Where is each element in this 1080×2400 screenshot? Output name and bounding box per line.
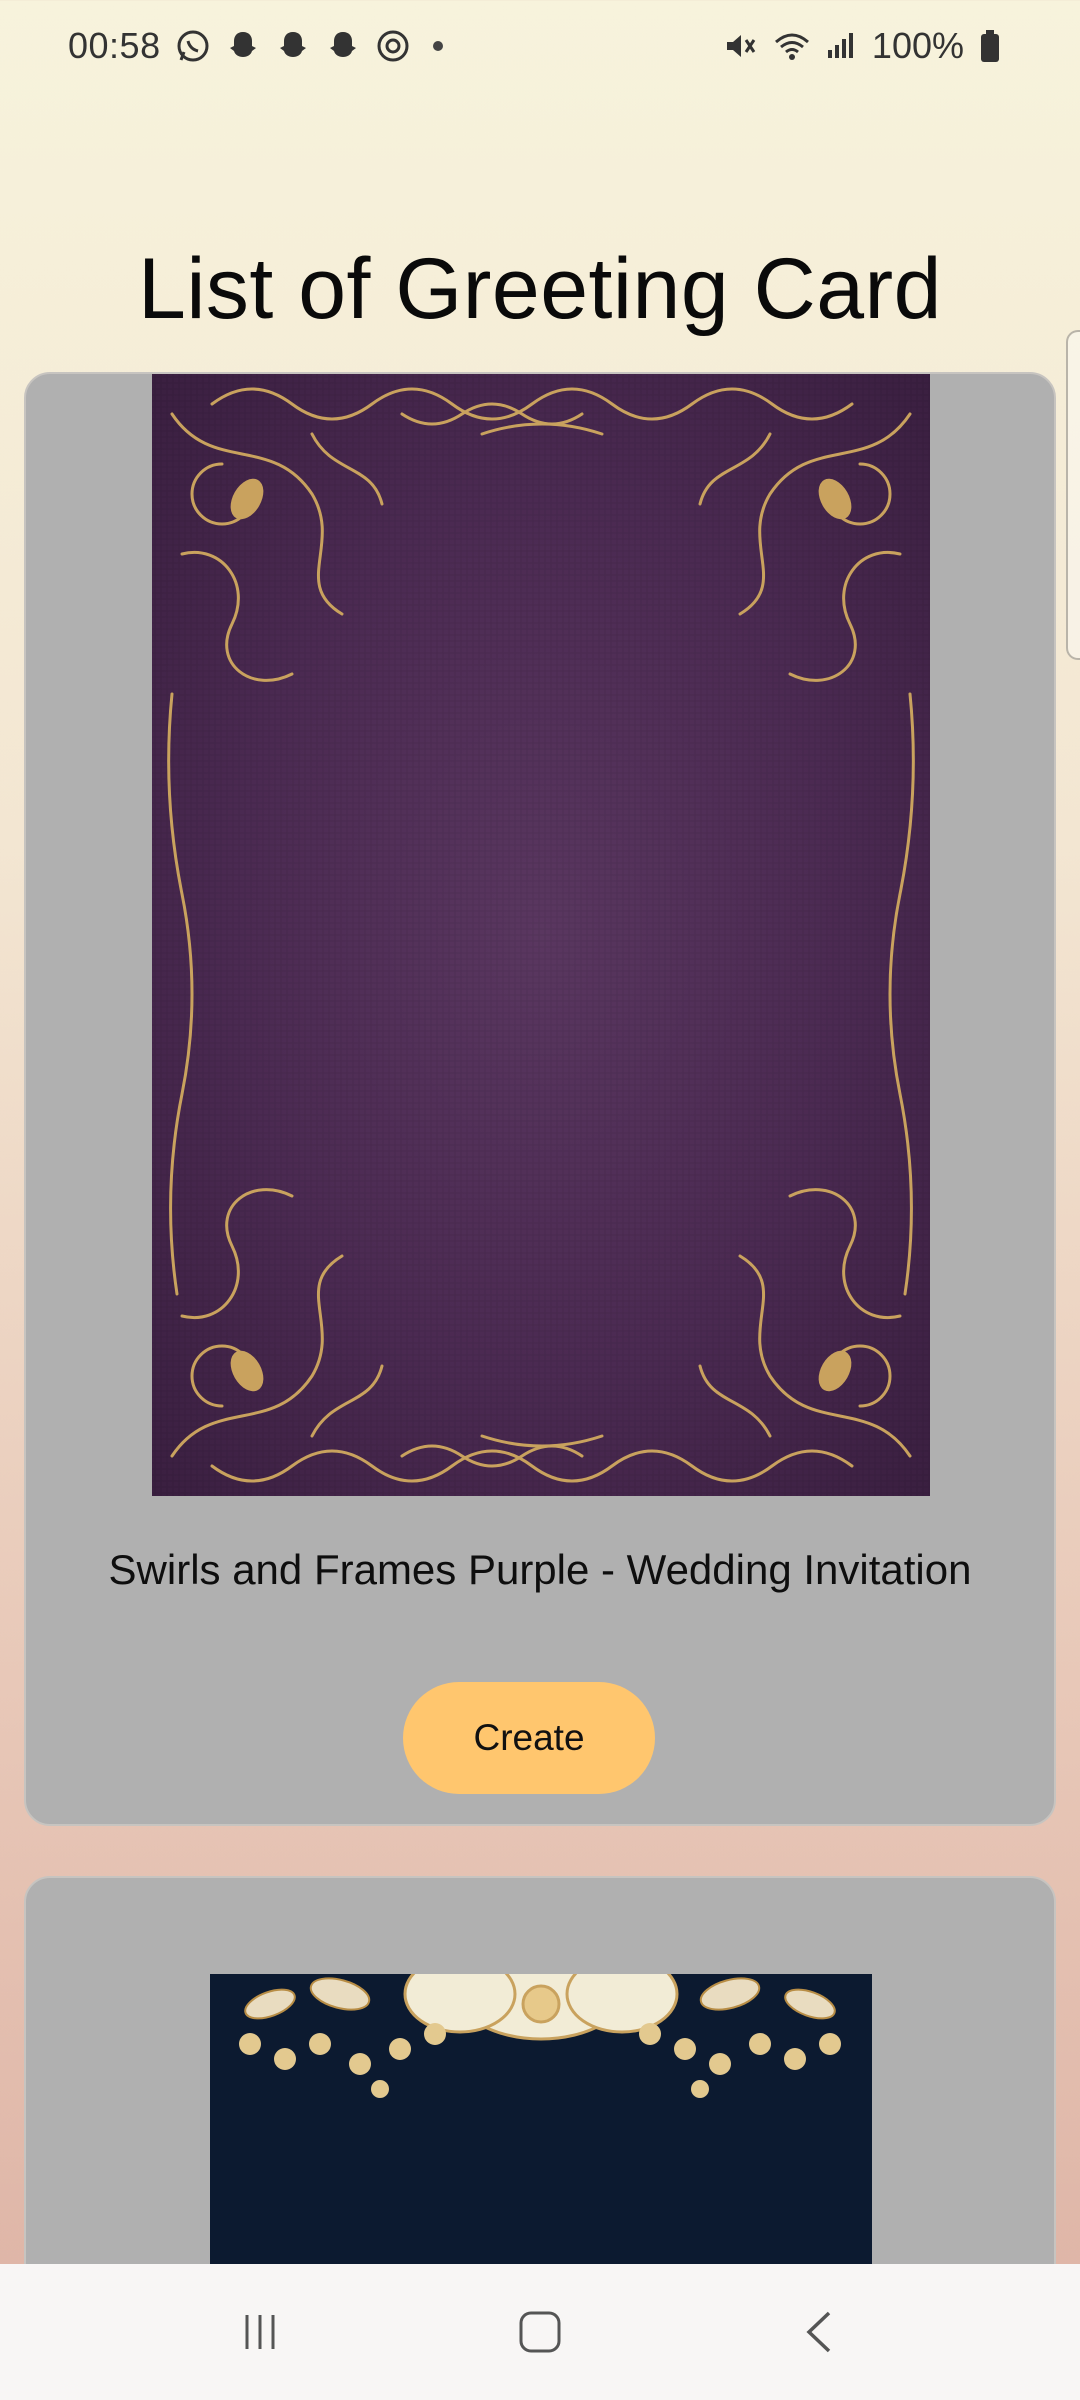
battery-percentage: 100% bbox=[871, 25, 964, 66]
greeting-card-item: Swirls and Frames Purple - Wedding Invit… bbox=[24, 372, 1056, 1826]
threads-icon bbox=[375, 28, 411, 64]
whatsapp-icon bbox=[175, 28, 211, 64]
back-button[interactable] bbox=[780, 2292, 860, 2372]
snapchat-icon bbox=[275, 28, 311, 64]
scrollbar[interactable] bbox=[1066, 330, 1080, 660]
status-bar: 00:58 100% bbox=[0, 0, 1080, 92]
create-button[interactable]: Create bbox=[403, 1682, 655, 1794]
wifi-icon bbox=[772, 28, 809, 64]
signal-icon bbox=[822, 28, 858, 64]
recent-apps-icon bbox=[245, 2315, 275, 2349]
snapchat-icon bbox=[225, 28, 261, 64]
status-left: 00:58 bbox=[68, 25, 443, 67]
system-nav-bar bbox=[0, 2264, 1080, 2400]
card-preview-image[interactable] bbox=[152, 374, 930, 1496]
page-title: List of Greeting Card bbox=[138, 241, 942, 337]
home-button[interactable] bbox=[500, 2292, 580, 2372]
status-time: 00:58 bbox=[68, 25, 161, 66]
notification-dot-icon bbox=[432, 41, 443, 51]
recent-apps-button[interactable] bbox=[220, 2292, 300, 2372]
snapchat-icon bbox=[325, 28, 361, 64]
mute-icon bbox=[722, 28, 758, 64]
card-title: Swirls and Frames Purple - Wedding Invit… bbox=[108, 1546, 972, 1593]
home-icon bbox=[519, 2311, 561, 2353]
purple-swirl-frame-art bbox=[152, 374, 930, 1496]
status-right: 100% bbox=[722, 25, 1014, 67]
battery-icon bbox=[978, 28, 1014, 64]
back-icon bbox=[806, 2311, 831, 2353]
